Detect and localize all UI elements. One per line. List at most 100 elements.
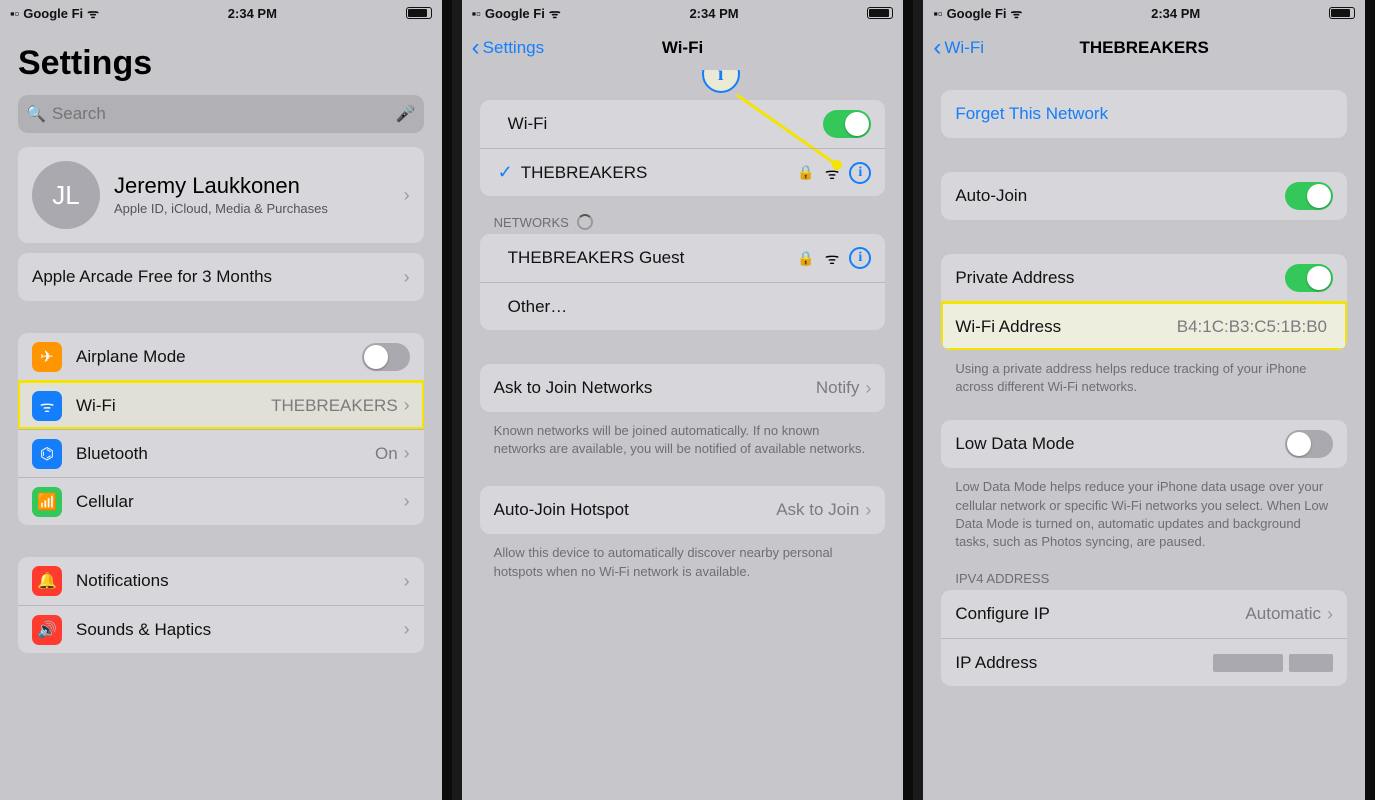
clock: 2:34 PM: [561, 6, 868, 21]
chevron-right-icon: ›: [865, 500, 871, 521]
network-row-other[interactable]: Other…: [480, 282, 886, 330]
wifi-row[interactable]: ᯤ Wi-Fi THEBREAKERS ›: [18, 381, 424, 429]
network-name: THEBREAKERS Guest: [494, 248, 798, 268]
configure-ip-value: Automatic: [1245, 604, 1321, 624]
connected-network-row[interactable]: ✓ THEBREAKERS 🔒 ᯤ i: [480, 148, 886, 196]
wifi-icon: ᯤ: [87, 4, 99, 22]
hotspot-footer: Allow this device to automatically disco…: [494, 544, 872, 580]
ip-address-label: IP Address: [955, 653, 1213, 673]
notifications-label: Notifications: [76, 571, 404, 591]
wifi-signal-icon: ᯤ: [825, 247, 840, 269]
forget-network-row[interactable]: Forget This Network: [941, 90, 1347, 138]
auto-join-toggle[interactable]: [1285, 182, 1333, 210]
cellular-row[interactable]: 📶 Cellular ›: [18, 477, 424, 525]
mic-icon: 🎤: [396, 104, 416, 124]
screen-wifi-list: ▪▫ Google Fi ᯤ 2:34 PM ‹Settings Wi-Fi i W…: [462, 0, 914, 800]
wifi-master-toggle-row: Wi-Fi: [480, 100, 886, 148]
bluetooth-value: On: [375, 444, 398, 464]
clock: 2:34 PM: [99, 6, 406, 21]
apple-id-row[interactable]: JL Jeremy Laukkonen Apple ID, iCloud, Me…: [18, 147, 424, 243]
bluetooth-row[interactable]: ⌬ Bluetooth On ›: [18, 429, 424, 477]
auto-hotspot-row[interactable]: Auto-Join Hotspot Ask to Join ›: [480, 486, 886, 534]
clock: 2:34 PM: [1022, 6, 1329, 21]
wifi-signal-icon: ᯤ: [825, 162, 840, 184]
chevron-right-icon: ›: [404, 443, 410, 464]
ask-join-value: Notify: [816, 378, 859, 398]
auto-hotspot-value: Ask to Join: [776, 500, 859, 520]
chevron-right-icon: ›: [404, 395, 410, 416]
bell-icon: 🔔: [32, 566, 62, 596]
low-data-row: Low Data Mode: [941, 420, 1347, 468]
network-row-guest[interactable]: THEBREAKERS Guest 🔒 ᯤ i: [480, 234, 886, 282]
ask-join-label: Ask to Join Networks: [494, 378, 816, 398]
wifi-toggle[interactable]: [823, 110, 871, 138]
speaker-icon: 🔊: [32, 615, 62, 645]
nav-bar: ‹Settings Wi-Fi: [462, 26, 904, 70]
ask-to-join-row[interactable]: Ask to Join Networks Notify ›: [480, 364, 886, 412]
bluetooth-icon: ⌬: [32, 439, 62, 469]
back-label: Wi-Fi: [944, 38, 984, 58]
low-data-footer: Low Data Mode helps reduce your iPhone d…: [955, 478, 1333, 551]
airplane-icon: ✈: [32, 342, 62, 372]
wifi-icon: ᯤ: [549, 4, 561, 22]
lock-icon: 🔒: [797, 164, 814, 181]
airplane-mode-row[interactable]: ✈ Airplane Mode: [18, 333, 424, 381]
screen-settings-root: ▪▫Google Fiᯤ 2:34 PM Settings 🔍 🎤 JL Jer…: [0, 0, 452, 800]
chevron-right-icon: ›: [404, 491, 410, 512]
avatar: JL: [32, 161, 100, 229]
private-address-footer: Using a private address helps reduce tra…: [955, 360, 1333, 396]
wifi-address-row: Wi-Fi Address B4:1C:B3:C5:1B:B0: [941, 302, 1347, 350]
chevron-right-icon: ›: [404, 619, 410, 640]
status-bar: ▪▫Google Fiᯤ 2:34 PM: [923, 0, 1365, 26]
notifications-row[interactable]: 🔔 Notifications ›: [18, 557, 424, 605]
info-icon: i: [702, 70, 740, 93]
configure-ip-row[interactable]: Configure IP Automatic ›: [941, 590, 1347, 638]
nav-title: Wi-Fi: [662, 38, 703, 58]
search-input[interactable]: 🔍 🎤: [18, 95, 424, 133]
chevron-right-icon: ›: [404, 185, 410, 206]
back-button[interactable]: ‹Wi-Fi: [933, 34, 984, 62]
redacted-value: [1213, 654, 1283, 672]
ip-address-row: IP Address: [941, 638, 1347, 686]
private-address-toggle[interactable]: [1285, 264, 1333, 292]
configure-ip-label: Configure IP: [955, 604, 1245, 624]
chevron-right-icon: ›: [404, 571, 410, 592]
status-bar: ▪▫Google Fiᯤ 2:34 PM: [0, 0, 442, 26]
promo-row[interactable]: Apple Arcade Free for 3 Months ›: [18, 253, 424, 301]
search-icon: 🔍: [26, 104, 46, 124]
back-label: Settings: [483, 38, 544, 58]
chevron-right-icon: ›: [404, 267, 410, 288]
wifi-icon: ᯤ: [32, 391, 62, 421]
battery-icon: [406, 7, 432, 19]
wifi-icon: ᯤ: [1011, 4, 1023, 22]
battery-icon: [1329, 7, 1355, 19]
carrier-label: Google Fi: [485, 6, 545, 21]
chevron-left-icon: ‹: [472, 34, 480, 62]
account-name: Jeremy Laukkonen: [114, 173, 404, 199]
page-title: Settings: [0, 26, 442, 91]
carrier-label: Google Fi: [23, 6, 83, 21]
low-data-toggle[interactable]: [1285, 430, 1333, 458]
other-network-label: Other…: [494, 297, 872, 317]
cellular-label: Cellular: [76, 492, 404, 512]
airplane-label: Airplane Mode: [76, 347, 362, 367]
search-text-field[interactable]: [52, 104, 390, 124]
back-button[interactable]: ‹Settings: [472, 34, 544, 62]
signal-bars-icon: ▪▫: [472, 6, 481, 21]
cellular-icon: 📶: [32, 487, 62, 517]
airplane-toggle[interactable]: [362, 343, 410, 371]
networks-header: NETWORKS: [494, 214, 872, 230]
carrier-label: Google Fi: [947, 6, 1007, 21]
info-button[interactable]: i: [849, 162, 871, 184]
connected-network-name: THEBREAKERS: [521, 163, 798, 183]
sounds-row[interactable]: 🔊 Sounds & Haptics ›: [18, 605, 424, 653]
lock-icon: 🔒: [797, 250, 814, 267]
ipv4-header: IPV4 ADDRESS: [955, 571, 1333, 586]
info-button[interactable]: i: [849, 247, 871, 269]
wifi-label: Wi-Fi: [76, 396, 271, 416]
sounds-label: Sounds & Haptics: [76, 620, 404, 640]
wifi-address-label: Wi-Fi Address: [955, 317, 1176, 337]
wifi-toggle-label: Wi-Fi: [494, 114, 824, 134]
wifi-address-value: B4:1C:B3:C5:1B:B0: [1177, 317, 1327, 337]
chevron-right-icon: ›: [865, 378, 871, 399]
